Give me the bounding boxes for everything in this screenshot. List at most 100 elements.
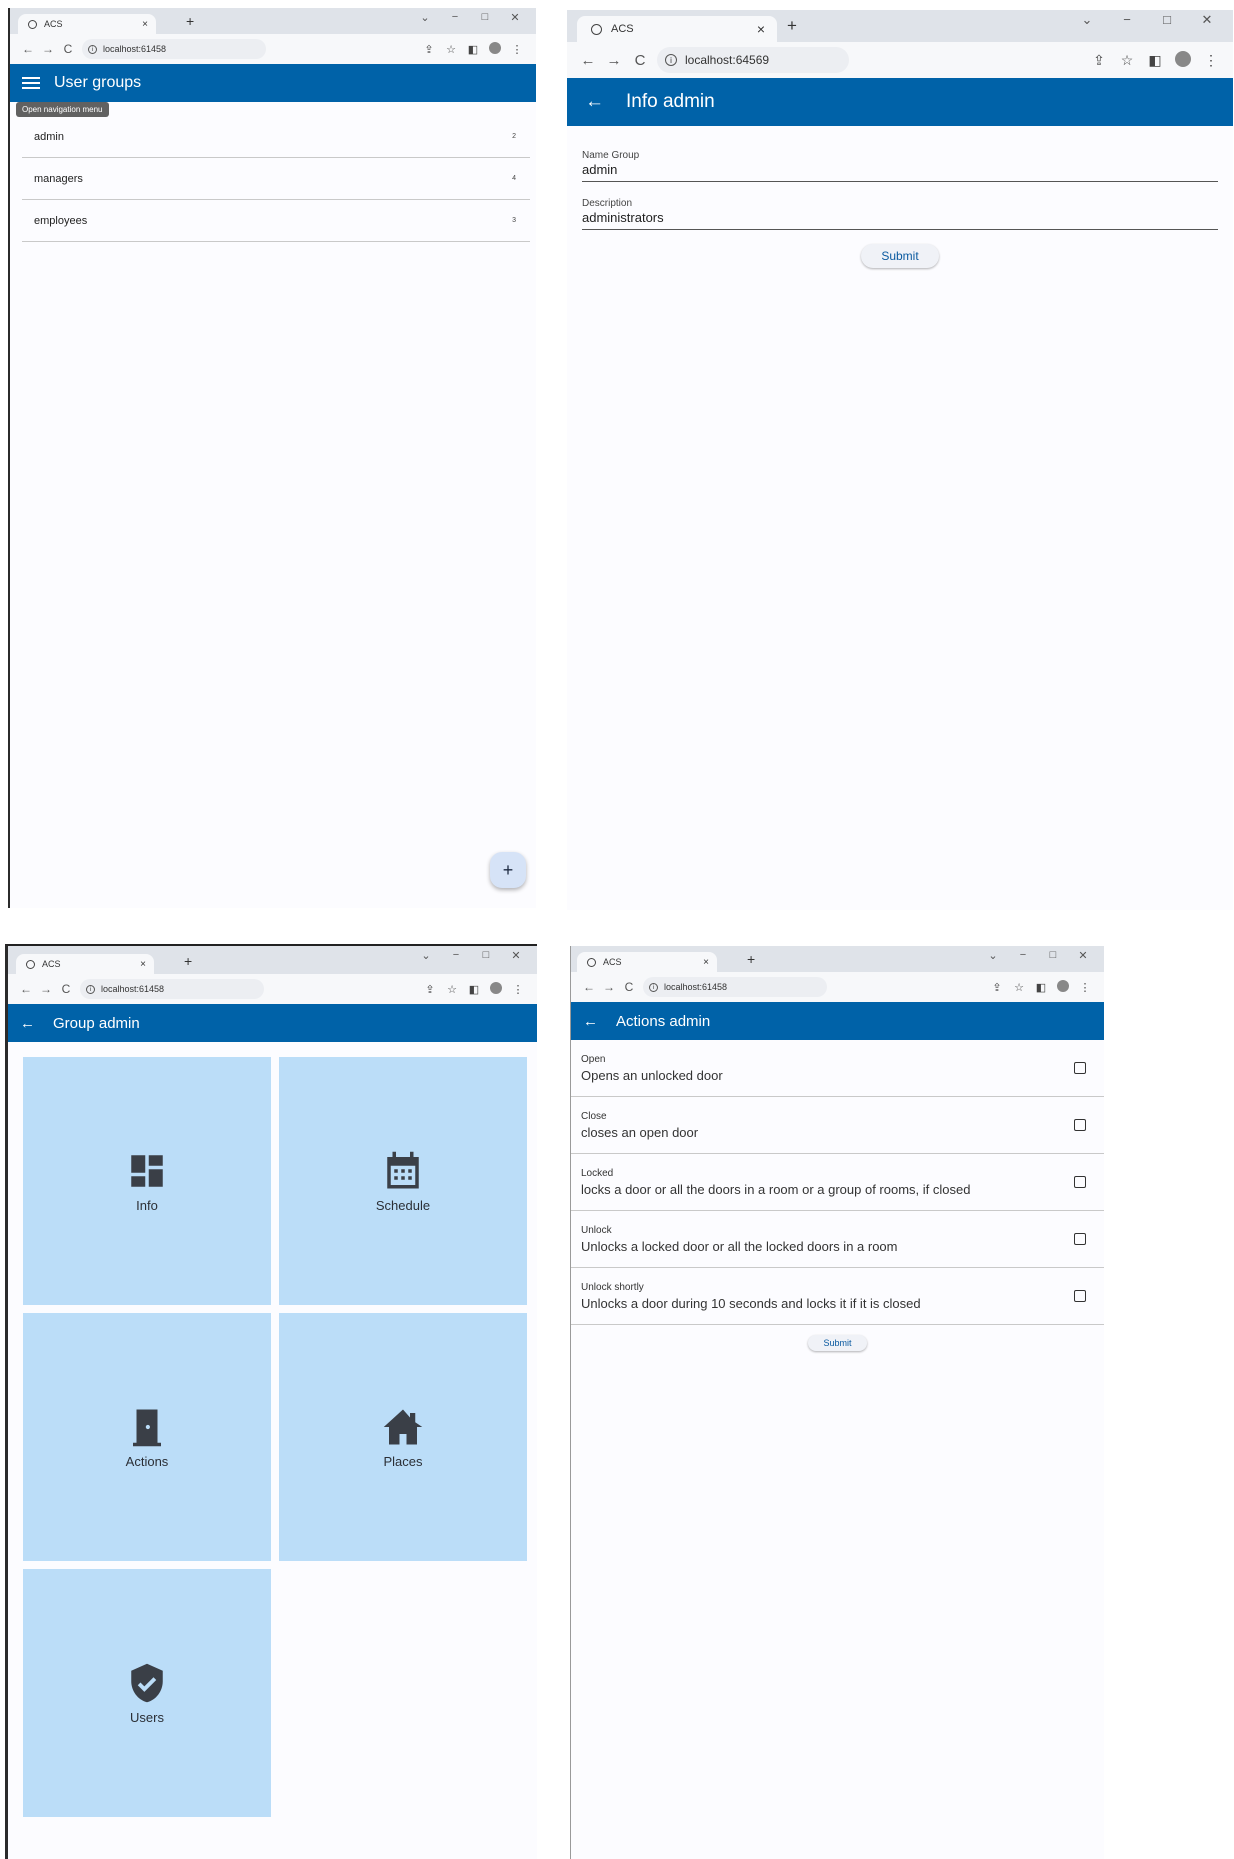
profile-avatar[interactable] (485, 981, 507, 997)
action-item-close[interactable]: Close closes an open door (571, 1097, 1104, 1154)
action-checkbox[interactable] (1074, 1176, 1086, 1188)
toolbar-icons: ⇪ ☆ ◧ ⋮ (419, 981, 529, 997)
browser-tab[interactable]: ACS × (18, 14, 156, 34)
maximize-button[interactable]: □ (1038, 949, 1068, 962)
bookmark-star-icon[interactable]: ☆ (1113, 52, 1141, 69)
maximize-button[interactable]: □ (471, 949, 501, 962)
url-field[interactable]: i localhost:61458 (82, 39, 267, 59)
url-field[interactable]: i localhost:61458 (643, 977, 828, 997)
reload-button[interactable]: C (56, 982, 76, 996)
close-window-button[interactable]: ✕ (501, 949, 531, 962)
new-tab-button[interactable]: + (787, 16, 797, 36)
tab-search-icon[interactable]: ⌄ (410, 11, 440, 24)
share-icon[interactable]: ⇪ (419, 983, 441, 996)
profile-avatar[interactable] (1169, 50, 1197, 70)
tab-close-button[interactable]: × (140, 959, 146, 970)
bookmark-star-icon[interactable]: ☆ (441, 983, 463, 996)
browser-menu-icon[interactable]: ⋮ (506, 43, 528, 56)
tab-search-icon[interactable]: ⌄ (978, 949, 1008, 962)
back-nav-button[interactable]: ← (575, 52, 601, 69)
action-checkbox[interactable] (1074, 1233, 1086, 1245)
new-tab-button[interactable]: + (186, 13, 194, 29)
tab-close-button[interactable]: × (703, 957, 709, 968)
reload-button[interactable]: C (627, 52, 653, 69)
browser-tab[interactable]: ACS × (16, 954, 154, 974)
url-field[interactable]: i localhost:64569 (657, 47, 850, 73)
browser-menu-icon[interactable]: ⋮ (507, 983, 529, 996)
forward-nav-button[interactable]: → (38, 42, 58, 56)
site-info-icon[interactable]: i (88, 44, 97, 54)
site-info-icon[interactable]: i (86, 984, 95, 994)
tile-places[interactable]: Places (279, 1313, 527, 1561)
tile-users[interactable]: Users (23, 1569, 271, 1817)
add-group-button[interactable]: + (490, 852, 526, 888)
share-icon[interactable]: ⇪ (1085, 52, 1113, 69)
maximize-button[interactable]: □ (1147, 12, 1187, 28)
forward-nav-button[interactable]: → (599, 980, 619, 994)
url-field[interactable]: i localhost:61458 (80, 979, 265, 999)
hamburger-menu-icon[interactable] (22, 74, 40, 92)
profile-avatar[interactable] (1052, 979, 1074, 995)
action-checkbox[interactable] (1074, 1119, 1086, 1131)
action-checkbox[interactable] (1074, 1062, 1086, 1074)
forward-nav-button[interactable]: → (601, 52, 627, 69)
back-nav-button[interactable]: ← (18, 42, 38, 56)
tile-schedule[interactable]: Schedule (279, 1057, 527, 1305)
close-window-button[interactable]: ✕ (1187, 12, 1227, 28)
tab-search-icon[interactable]: ⌄ (411, 949, 441, 962)
side-panel-icon[interactable]: ◧ (1141, 52, 1169, 69)
action-item-locked[interactable]: Locked locks a door or all the doors in … (571, 1154, 1104, 1211)
action-checkbox[interactable] (1074, 1290, 1086, 1302)
field-value[interactable]: admin (582, 162, 1218, 177)
bookmark-star-icon[interactable]: ☆ (1008, 981, 1030, 994)
reload-button[interactable]: C (58, 42, 78, 56)
submit-button[interactable]: Submit (808, 1335, 867, 1351)
field-label: Name Group (582, 150, 640, 161)
side-panel-icon[interactable]: ◧ (1030, 981, 1052, 994)
description-field[interactable]: Description administrators (582, 198, 1218, 230)
browser-tab[interactable]: ACS × (577, 952, 717, 972)
tile-actions[interactable]: Actions (23, 1313, 271, 1561)
tab-close-button[interactable]: × (142, 19, 148, 30)
new-tab-button[interactable]: + (747, 951, 755, 967)
action-item-unlock-shortly[interactable]: Unlock shortly Unlocks a door during 10 … (571, 1268, 1104, 1325)
side-panel-icon[interactable]: ◧ (463, 983, 485, 996)
group-list-item[interactable]: managers 4 (22, 158, 530, 200)
minimize-button[interactable]: − (441, 949, 471, 962)
browser-menu-icon[interactable]: ⋮ (1074, 981, 1096, 994)
reload-button[interactable]: C (619, 980, 639, 994)
tab-close-button[interactable]: × (757, 21, 765, 37)
side-panel-icon[interactable]: ◧ (462, 43, 484, 56)
site-info-icon[interactable]: i (665, 54, 677, 66)
bookmark-star-icon[interactable]: ☆ (440, 43, 462, 56)
group-list-item[interactable]: admin 2 (22, 116, 530, 158)
minimize-button[interactable]: − (1107, 12, 1147, 28)
tile-info[interactable]: Info (23, 1057, 271, 1305)
address-bar: ← → C i localhost:64569 ⇪ ☆ ◧ ⋮ (567, 42, 1233, 78)
maximize-button[interactable]: □ (470, 11, 500, 24)
minimize-button[interactable]: − (1008, 949, 1038, 962)
browser-tab[interactable]: ACS × (577, 16, 777, 42)
profile-avatar[interactable] (484, 41, 506, 57)
back-arrow-icon[interactable]: ← (583, 1013, 598, 1030)
forward-nav-button[interactable]: → (36, 982, 56, 996)
browser-menu-icon[interactable]: ⋮ (1197, 52, 1225, 69)
close-window-button[interactable]: ✕ (1068, 949, 1098, 962)
share-icon[interactable]: ⇪ (418, 43, 440, 56)
back-arrow-icon[interactable]: ← (585, 91, 604, 113)
back-arrow-icon[interactable]: ← (20, 1015, 35, 1032)
action-item-unlock[interactable]: Unlock Unlocks a locked door or all the … (571, 1211, 1104, 1268)
tab-search-icon[interactable]: ⌄ (1067, 12, 1107, 28)
close-window-button[interactable]: ✕ (500, 11, 530, 24)
field-value[interactable]: administrators (582, 210, 1218, 225)
action-item-open[interactable]: Open Opens an unlocked door (571, 1040, 1104, 1097)
submit-button[interactable]: Submit (861, 244, 939, 268)
share-icon[interactable]: ⇪ (986, 981, 1008, 994)
site-info-icon[interactable]: i (649, 982, 658, 992)
new-tab-button[interactable]: + (184, 953, 192, 969)
group-list-item[interactable]: employees 3 (22, 200, 530, 242)
minimize-button[interactable]: − (440, 11, 470, 24)
back-nav-button[interactable]: ← (579, 980, 599, 994)
name-group-field[interactable]: Name Group admin (582, 150, 1218, 182)
back-nav-button[interactable]: ← (16, 982, 36, 996)
